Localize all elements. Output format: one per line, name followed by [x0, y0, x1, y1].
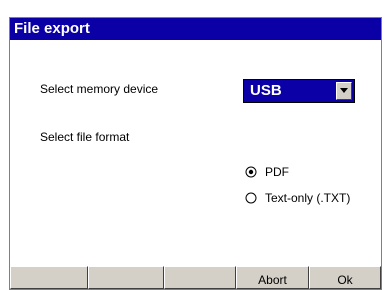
- abort-button[interactable]: Abort: [236, 266, 309, 289]
- file-format-label: Select file format: [40, 130, 130, 144]
- dialog-title: File export: [14, 20, 90, 37]
- dropdown-button[interactable]: [336, 82, 352, 100]
- softkey-2-button[interactable]: [88, 266, 164, 289]
- chevron-down-icon: [340, 88, 348, 93]
- radio-unselected-icon[interactable]: [245, 192, 257, 204]
- format-option-txt[interactable]: Text-only (.TXT): [245, 190, 350, 206]
- pdf-option-label: PDF: [265, 165, 289, 179]
- ok-button[interactable]: Ok: [309, 266, 381, 289]
- txt-option-label: Text-only (.TXT): [265, 191, 351, 205]
- file-export-dialog: File export Select memory device USB Sel…: [9, 17, 382, 290]
- radio-selected-icon[interactable]: [245, 166, 257, 178]
- softkey-bar: Abort Ok: [10, 266, 381, 289]
- memory-device-label: Select memory device: [40, 82, 159, 96]
- softkey-1-button[interactable]: [10, 266, 88, 289]
- softkey-3-button[interactable]: [164, 266, 236, 289]
- title-bar: File export: [10, 18, 381, 40]
- memory-device-value: USB: [250, 82, 282, 99]
- format-option-pdf[interactable]: PDF: [245, 164, 289, 180]
- memory-device-select[interactable]: USB: [243, 79, 355, 103]
